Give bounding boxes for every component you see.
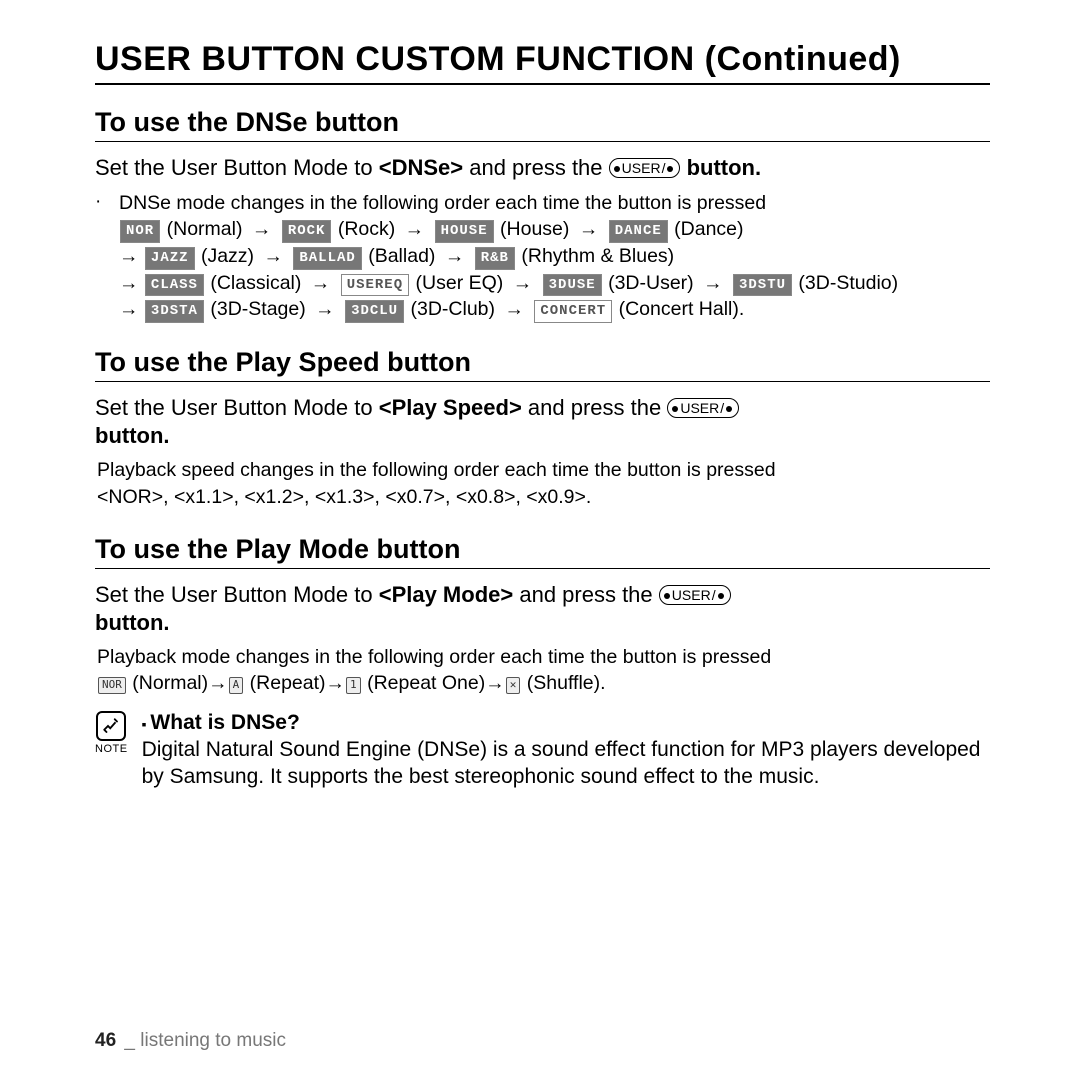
dnse-mode-tag: NOR [120, 220, 160, 243]
dnse-mode-tag: JAZZ [145, 247, 195, 270]
dnse-mode-tag: BALLAD [293, 247, 361, 270]
heading-play-mode: To use the Play Mode button [95, 534, 990, 569]
dnse-sequence: DNSe mode changes in the following order… [117, 190, 898, 324]
note-block: NOTE What is DNSe? Digital Natural Sound… [95, 709, 990, 791]
dnse-mode-tag: 3DSTU [733, 274, 792, 297]
note-body-text: Digital Natural Sound Engine (DNSe) is a… [142, 736, 990, 791]
dnse-mode-tag: 3DCLU [345, 300, 404, 323]
user-button-icon: USER/ [609, 158, 681, 178]
mode-sequence: Playback mode changes in the following o… [95, 644, 990, 697]
page-footer: 46 _ listening to music [95, 1030, 286, 1052]
play-mode-icon: 1 [346, 677, 361, 694]
section-dnse: To use the DNSe button Set the User Butt… [95, 107, 990, 323]
note-icon [96, 711, 126, 741]
dnse-mode-tag: HOUSE [435, 220, 494, 243]
dnse-mode-tag: DANCE [609, 220, 668, 243]
speed-sequence: Playback speed changes in the following … [95, 457, 990, 510]
note-heading: What is DNSe? [142, 709, 990, 736]
heading-play-speed: To use the Play Speed button [95, 347, 990, 382]
note-label: NOTE [95, 743, 128, 755]
play-mode-icon: NOR [98, 677, 126, 694]
heading-dnse: To use the DNSe button [95, 107, 990, 142]
dnse-mode-tag: ROCK [282, 220, 332, 243]
section-play-speed: To use the Play Speed button Set the Use… [95, 347, 990, 510]
instruction-play-speed: Set the User Button Mode to <Play Speed>… [95, 394, 990, 449]
user-button-icon: USER/ [659, 585, 731, 605]
instruction-dnse: Set the User Button Mode to <DNSe> and p… [95, 154, 990, 182]
section-play-mode: To use the Play Mode button Set the User… [95, 534, 990, 791]
page-title: USER BUTTON CUSTOM FUNCTION (Continued) [95, 40, 990, 85]
dnse-mode-tag: 3DUSE [543, 274, 602, 297]
dnse-mode-tag: CONCERT [534, 300, 612, 323]
dnse-mode-tag: 3DSTA [145, 300, 204, 323]
dnse-mode-tag: R&B [475, 247, 515, 270]
play-mode-icon: A [229, 677, 244, 694]
instruction-play-mode: Set the User Button Mode to <Play Mode> … [95, 581, 990, 636]
play-mode-icon: ✕ [506, 677, 521, 694]
dnse-mode-tag: CLASS [145, 274, 204, 297]
dnse-mode-tag: USEREQ [341, 274, 409, 297]
user-button-icon: USER/ [667, 398, 739, 418]
